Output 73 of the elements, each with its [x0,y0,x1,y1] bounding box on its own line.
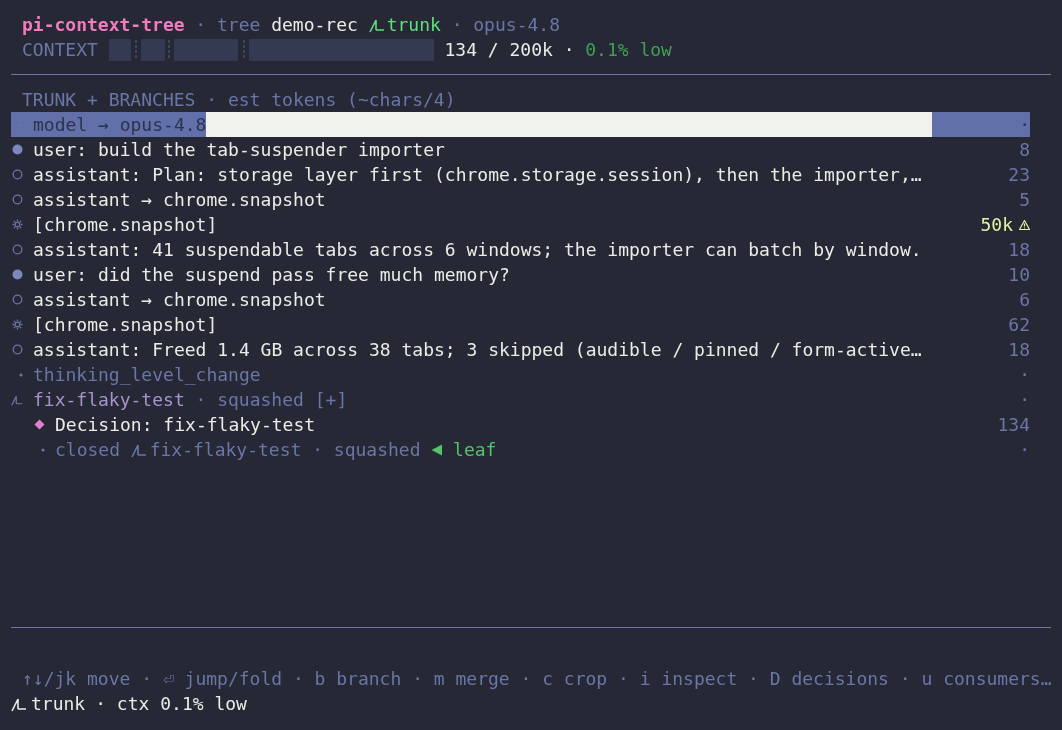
tree-row[interactable]: [chrome.snapshot] 50k [11,212,1030,237]
entry-text: assistant: Plan: storage layer first (chrome.storage.session), then the importer,… [33,163,922,187]
circle-icon [12,169,23,180]
header-mode: tree [217,13,261,37]
branch-note: · squashed [312,438,421,462]
branch-name: fix-flaky-test [33,388,185,412]
entry-text: [chrome.snapshot] [33,213,218,237]
separator: · [451,13,463,37]
branch-name: fix-flaky-test [149,438,302,462]
circle-icon [12,244,23,255]
separator: · [563,38,575,62]
token-count: 6 [1019,288,1030,312]
dot-icon [41,447,45,452]
tree-row[interactable]: user: build the tab-suspender importer 8 [11,137,1030,162]
header-branch: trunk [386,13,441,37]
gear-icon [12,219,23,230]
dot-icon [19,372,23,377]
token-count: 8 [1019,138,1030,162]
context-label: CONTEXT [22,38,98,62]
tree-row[interactable]: Decision: fix-flaky-test 134 [11,412,1030,437]
token-count: · [1019,113,1030,137]
gear-icon [12,319,23,330]
entry-text: thinking_level_change [33,363,261,387]
tree-row[interactable]: assistant: 41 suspendable tabs across 6 windows; the importer can batch by window. 18 [11,237,1030,262]
circle-icon [12,344,23,355]
key-hints: ↑↓/jk move · ⏎ jump/fold · b branch · m merge · c crop · i inspect · D decisions · u consumers… [21,667,1053,691]
header-session: demo-rec [271,13,358,37]
header-model: opus-4.8 [473,13,560,37]
header-title: pi-context-tree [22,13,185,37]
token-count: 134 [997,413,1030,437]
warning-icon [1019,219,1030,230]
entry-text: assistant → chrome.snapshot [33,288,326,312]
leaf-pointer-icon [431,443,443,456]
token-count: 5 [1019,188,1030,212]
tree-row[interactable]: assistant → chrome.snapshot 5 [11,187,1030,212]
entry-text: Decision: fix-flaky-test [55,413,316,437]
tree-row[interactable]: assistant: Freed 1.4 GB across 38 tabs; 3 skipped (audible / pinned / form-active… 18 [11,337,1030,362]
entry-text: [chrome.snapshot] [33,313,218,337]
token-count: 18 [1008,238,1030,262]
leaf-label: leaf [453,438,497,462]
entry-text: model → opus-4.8 [33,112,207,137]
tree-row[interactable]: assistant → chrome.snapshot 6 [11,287,1030,312]
context-usage: 134 / 200k [444,38,553,62]
token-count: 50k [980,213,1013,237]
tree-row[interactable]: [chrome.snapshot] 62 [11,312,1030,337]
context-status: 0.1% low [585,38,672,62]
tree-row[interactable]: assistant: Plan: storage layer first (chrome.storage.session), then the importer,… 23 [11,162,1030,187]
entry-text: assistant: 41 suspendable tabs across 6 windows; the importer can batch by window. [33,238,922,262]
entry-text: assistant: Freed 1.4 GB across 38 tabs; 3 skipped (audible / pinned / form-active… [33,338,922,362]
tree-row[interactable]: user: did the suspend pass free much memory? 10 [11,262,1030,287]
token-count: · [1019,363,1030,387]
entry-text: user: build the tab-suspender importer [33,138,445,162]
separator: · [195,13,207,37]
diamond-icon [34,419,45,430]
token-count: · [1019,438,1030,462]
branch-note: · squashed [+] [195,388,348,412]
circle-icon [12,294,23,305]
token-count: 18 [1008,338,1030,362]
status-branch: trunk [31,692,86,716]
token-count: · [1019,388,1030,412]
filled-dot-icon [12,144,23,155]
circle-icon [12,194,23,205]
entry-text: user: did the suspend pass free much memory? [33,263,510,287]
closed-label: closed [55,438,121,462]
filled-dot-icon [12,269,23,280]
token-count: 10 [1008,263,1030,287]
status-text: · ctx 0.1% low [95,692,247,716]
tree-heading: TRUNK + BRANCHES · est tokens (~chars/4) [22,88,456,112]
token-count: 62 [1008,313,1030,337]
tree-row[interactable]: fix-flaky-test · squashed [+] · [11,387,1030,412]
tree-row[interactable]: closed fix-flaky-test · squashed leaf · [11,437,1030,462]
token-count: 23 [1008,163,1030,187]
entry-text: assistant → chrome.snapshot [33,188,326,212]
